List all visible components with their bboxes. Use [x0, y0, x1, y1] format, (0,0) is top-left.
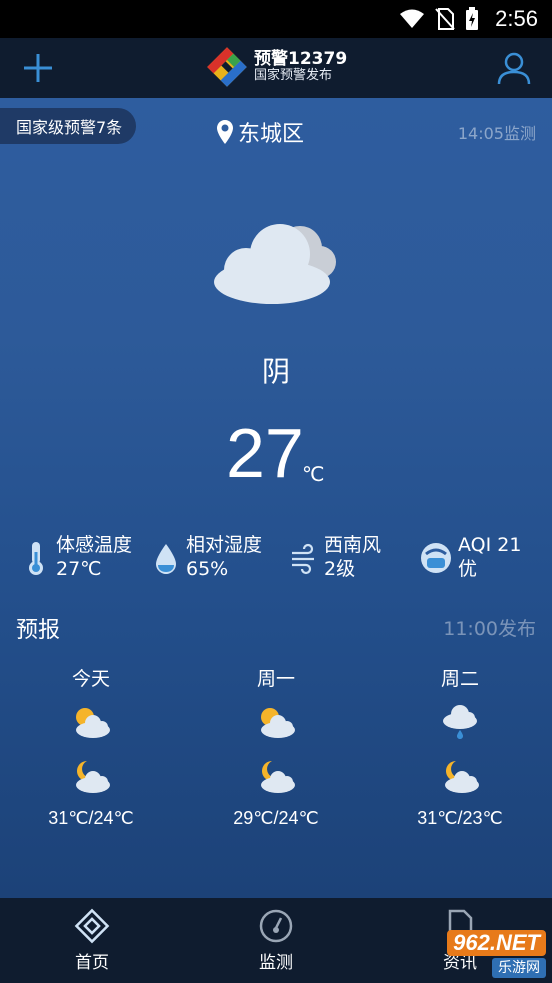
app-logo: 预警12379 国家预警发布 — [206, 46, 347, 88]
no-sim-icon — [435, 8, 455, 30]
location-pin-icon — [217, 120, 233, 144]
metric-label: 体感温度 — [56, 534, 133, 556]
metric-label: AQI 21 — [458, 534, 522, 556]
home-logo-icon — [74, 908, 110, 944]
nav-label: 监测 — [259, 953, 293, 973]
cloudy-icon — [214, 224, 336, 304]
day-name: 周二 — [440, 668, 479, 690]
battery-charging-icon — [466, 7, 479, 30]
weather-condition: 阴 — [261, 355, 290, 388]
metric-value: 2级 — [324, 557, 356, 580]
add-icon[interactable] — [20, 50, 56, 86]
app-subtitle: 国家预警发布 — [254, 68, 333, 84]
gauge-icon — [259, 909, 293, 943]
metric-value: 27℃ — [56, 557, 102, 580]
metric-aqi: AQI 21 优 — [420, 534, 521, 582]
metric-value: 优 — [458, 557, 478, 580]
metric-label: 相对湿度 — [186, 534, 263, 556]
watermark-text: 乐游网 — [492, 958, 546, 978]
metric-feels-like: 体感温度 27℃ — [22, 534, 132, 582]
forecast-day[interactable]: 周一 29℃/24℃ — [201, 664, 351, 829]
nav-home[interactable]: 首页 — [42, 908, 142, 973]
logo-icon — [207, 47, 247, 87]
app-title: 预警12379 — [254, 48, 348, 69]
day-name: 今天 — [71, 668, 110, 690]
user-icon[interactable] — [496, 50, 532, 86]
weather-panel: 国家级预警7条 东城区 14:05监测 阴 27 ℃ 体感温度 27℃ 相对湿度… — [0, 98, 552, 898]
thermometer-icon — [29, 541, 43, 575]
light-rain-icon — [443, 705, 477, 739]
warning-badge[interactable]: 国家级预警7条 — [0, 108, 137, 144]
temperature-range: 31℃/23℃ — [417, 808, 503, 828]
app-bar: 预警12379 国家预警发布 — [0, 38, 552, 98]
temperature-unit: ℃ — [302, 462, 325, 486]
humidity-drop-icon — [156, 543, 176, 574]
metric-wind: 西南风 2级 — [290, 534, 381, 582]
temperature-range: 29℃/24℃ — [233, 808, 319, 828]
day-name: 周一 — [256, 668, 295, 690]
temperature-range: 31℃/24℃ — [48, 808, 134, 828]
partly-cloudy-night-icon — [261, 761, 295, 793]
partly-cloudy-night-icon — [445, 761, 479, 793]
forecast-days: 今天 31℃/24℃ 周一 29℃/24℃ 周二 31℃/23℃ — [0, 664, 552, 854]
weather-metrics: 体感温度 27℃ 相对湿度 65% 西南风 2级 AQI 21 优 — [0, 534, 552, 584]
forecast-published: 11:00发布 — [443, 618, 536, 640]
air-quality-mask-icon — [421, 542, 451, 573]
metric-humidity: 相对湿度 65% — [152, 534, 262, 582]
forecast-title: 预报 — [16, 618, 61, 643]
status-bar: 2:56 — [0, 0, 552, 38]
location-name: 东城区 — [238, 122, 305, 147]
forecast-day[interactable]: 今天 31℃/24℃ — [16, 664, 166, 829]
metric-label: 西南风 — [324, 534, 382, 556]
monitor-time: 14:05监测 — [457, 124, 536, 143]
partly-cloudy-day-icon — [261, 708, 295, 738]
current-temperature: 27 — [226, 414, 304, 492]
nav-monitor[interactable]: 监测 — [226, 908, 326, 973]
site-watermark: 962.NET 乐游网 — [412, 930, 546, 980]
watermark-logo: 962.NET — [447, 930, 546, 956]
wind-icon — [292, 543, 314, 574]
nav-label: 首页 — [75, 953, 109, 973]
metric-value: 65% — [186, 557, 229, 580]
partly-cloudy-night-icon — [76, 761, 110, 793]
partly-cloudy-day-icon — [76, 708, 110, 738]
location-selector[interactable]: 东城区 — [216, 116, 304, 148]
clock: 2:56 — [495, 6, 538, 31]
forecast-day[interactable]: 周二 31℃/23℃ — [385, 664, 535, 829]
wifi-icon — [400, 9, 425, 28]
